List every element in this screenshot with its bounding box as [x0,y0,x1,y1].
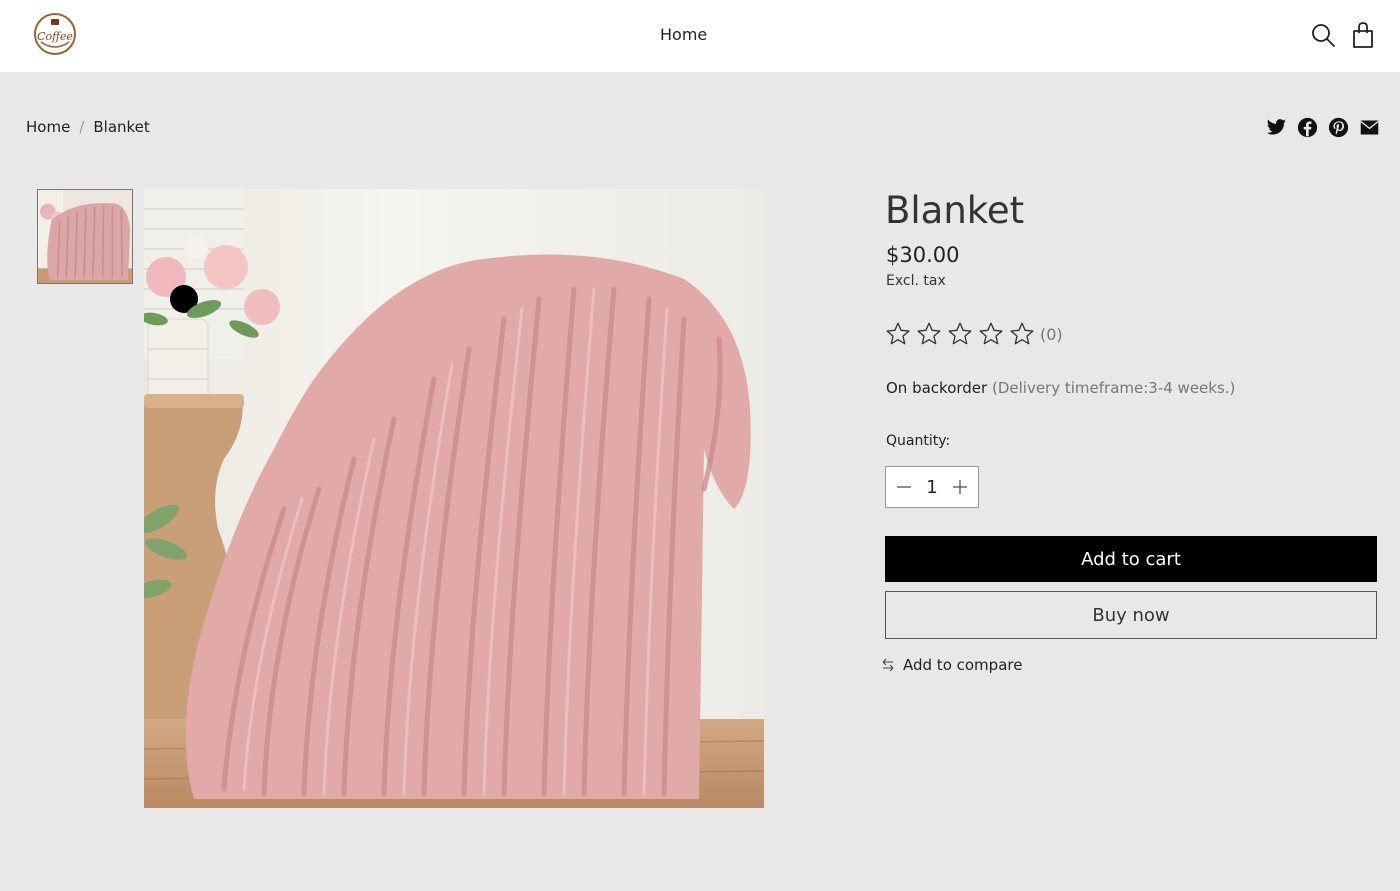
pinterest-icon[interactable] [1328,117,1349,138]
breadcrumb-current: Blanket [93,118,150,136]
star-icon[interactable] [1009,321,1035,347]
star-icon[interactable] [885,321,911,347]
shopping-bag-icon[interactable] [1351,21,1375,49]
store-logo[interactable]: Coffee [33,12,77,56]
add-to-cart-button[interactable]: Add to cart [885,536,1377,582]
product-main-image[interactable] [144,189,764,808]
facebook-icon[interactable] [1297,117,1318,138]
product-thumbnail[interactable] [37,189,133,284]
star-icon[interactable] [916,321,942,347]
breadcrumb-home-link[interactable]: Home [26,118,70,136]
product-price: $30.00 [886,243,960,267]
add-to-compare-link[interactable]: Add to compare [880,656,1022,674]
buy-now-button[interactable]: Buy now [885,591,1377,639]
delivery-timeframe: (Delivery timeframe:3-4 weeks.) [991,379,1236,397]
add-to-compare-label: Add to compare [903,656,1023,674]
logo-text: Coffee [37,30,73,43]
minus-icon[interactable] [896,479,912,495]
stock-info: On backorder (Delivery timeframe:3-4 wee… [886,379,1235,397]
site-header: Coffee Home [0,0,1400,72]
tax-note: Excl. tax [886,273,946,289]
quantity-label: Quantity: [886,433,951,449]
star-icon[interactable] [947,321,973,347]
stock-status: On backorder [886,379,988,397]
breadcrumb-separator: / [79,118,85,136]
plus-icon[interactable] [952,479,968,495]
quantity-stepper: 1 [885,466,979,508]
nav-home-link[interactable]: Home [660,25,707,44]
star-icon[interactable] [978,321,1004,347]
rating-count[interactable]: (0) [1040,325,1063,344]
share-bar [1266,117,1380,138]
breadcrumb: Home / Blanket [26,118,150,136]
email-icon[interactable] [1359,117,1380,138]
twitter-icon[interactable] [1266,117,1287,138]
search-icon[interactable] [1310,22,1336,48]
compare-arrows-icon [882,658,894,672]
product-rating[interactable]: (0) [885,321,1063,347]
quantity-value[interactable]: 1 [926,477,937,498]
product-title: Blanket [885,189,1025,232]
